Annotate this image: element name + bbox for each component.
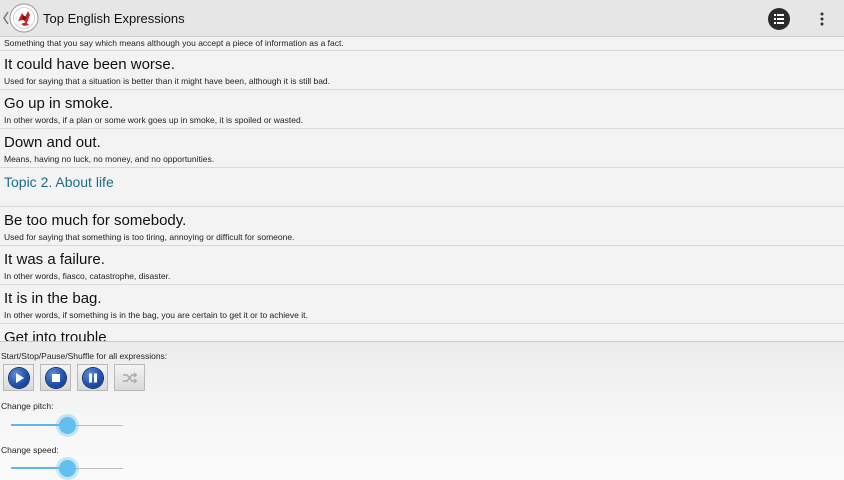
list-item[interactable]: Get into trouble	[0, 324, 844, 341]
expression-meaning: Something that you say which means altho…	[4, 38, 344, 48]
action-bar: Top English Expressions	[0, 0, 844, 37]
speed-slider[interactable]	[11, 459, 123, 479]
playback-label: Start/Stop/Pause/Shuffle for all express…	[1, 351, 168, 361]
expression-phrase: Down and out.	[4, 134, 101, 151]
shuffle-button[interactable]	[114, 364, 145, 391]
pause-button[interactable]	[77, 364, 108, 391]
expression-meaning: Means, having no luck, no money, and no …	[4, 154, 215, 164]
slider-thumb[interactable]	[59, 417, 76, 434]
play-button[interactable]	[3, 364, 34, 391]
app-logo-icon[interactable]	[9, 3, 39, 33]
expression-phrase: It was a failure.	[4, 251, 105, 268]
list-item[interactable]: It could have been worse. Used for sayin…	[0, 51, 844, 90]
pitch-slider[interactable]	[11, 416, 123, 436]
stop-icon	[46, 368, 66, 388]
expression-phrase: Go up in smoke.	[4, 95, 114, 112]
expression-meaning: In other words, fiasco, catastrophe, dis…	[4, 271, 171, 281]
topic-header: Topic 2. About life	[0, 168, 844, 207]
list-item[interactable]: Down and out. Means, having no luck, no …	[0, 129, 844, 168]
expression-meaning: In other words, if something is in the b…	[4, 310, 308, 320]
play-icon	[9, 368, 29, 388]
app-title: Top English Expressions	[43, 11, 185, 26]
topic-title: Topic 2. About life	[4, 174, 114, 190]
list-icon[interactable]	[768, 8, 790, 30]
pause-icon	[83, 368, 103, 388]
stop-button[interactable]	[40, 364, 71, 391]
expression-phrase: It could have been worse.	[4, 56, 175, 73]
slider-thumb[interactable]	[59, 460, 76, 477]
speed-label: Change speed:	[1, 445, 59, 455]
more-vertical-icon[interactable]	[814, 9, 830, 29]
expression-meaning: Used for saying that a situation is bett…	[4, 76, 331, 86]
expression-meaning: Used for saying that something is too ti…	[4, 232, 295, 242]
pitch-label: Change pitch:	[1, 401, 54, 411]
expression-phrase: Get into trouble	[4, 329, 107, 341]
expressions-list[interactable]: Something that you say which means altho…	[0, 37, 844, 341]
list-item[interactable]: Be too much for somebody. Used for sayin…	[0, 207, 844, 246]
expression-phrase: Be too much for somebody.	[4, 212, 187, 229]
list-item[interactable]: It was a failure. In other words, fiasco…	[0, 246, 844, 285]
expression-phrase: It is in the bag.	[4, 290, 102, 307]
playback-controls: Start/Stop/Pause/Shuffle for all express…	[0, 341, 844, 480]
shuffle-icon	[120, 368, 140, 388]
expression-meaning: In other words, if a plan or some work g…	[4, 115, 304, 125]
list-item[interactable]: Go up in smoke. In other words, if a pla…	[0, 90, 844, 129]
list-item[interactable]: It is in the bag. In other words, if som…	[0, 285, 844, 324]
list-item[interactable]: Something that you say which means altho…	[0, 37, 844, 51]
